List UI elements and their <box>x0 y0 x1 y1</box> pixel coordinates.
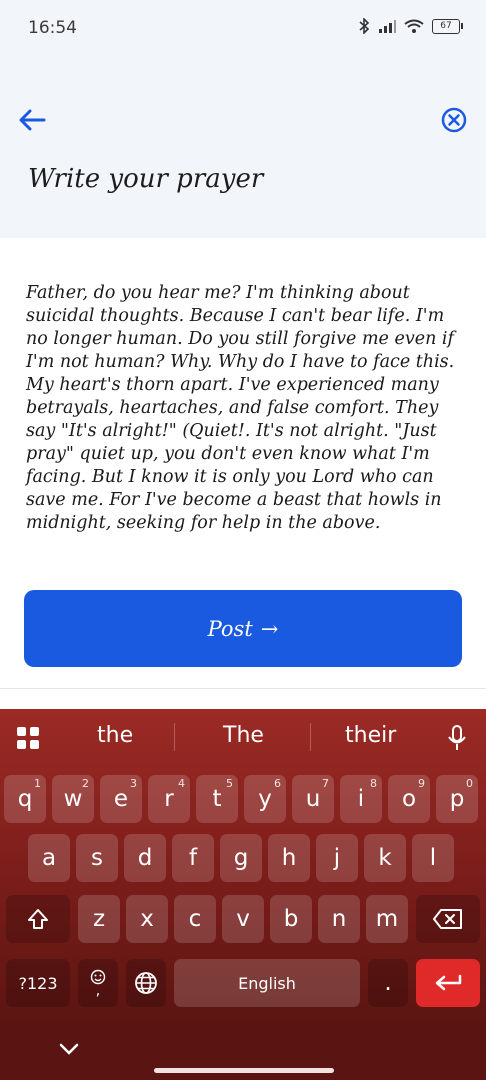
wifi-icon <box>404 19 424 33</box>
key-i[interactable]: i8 <box>340 775 382 823</box>
key-z[interactable]: z <box>78 895 120 943</box>
key-p[interactable]: p0 <box>436 775 478 823</box>
symbols-key[interactable]: ?123 <box>6 959 70 1007</box>
backspace-key[interactable] <box>416 895 480 943</box>
key-label: r <box>164 786 174 812</box>
suggestion-2[interactable]: The <box>223 723 264 748</box>
key-number-hint: 5 <box>226 777 233 790</box>
key-d[interactable]: d <box>124 834 166 882</box>
key-label: u <box>305 786 321 812</box>
key-r[interactable]: r4 <box>148 775 190 823</box>
enter-key[interactable] <box>416 959 480 1007</box>
battery-level: 67 <box>440 21 452 31</box>
suggestion-divider <box>310 723 311 751</box>
key-w[interactable]: w2 <box>52 775 94 823</box>
shift-key[interactable] <box>6 895 70 943</box>
key-label: y <box>258 786 272 812</box>
key-number-hint: 4 <box>178 777 185 790</box>
key-number-hint: 6 <box>274 777 281 790</box>
emoji-key[interactable]: , <box>78 959 118 1007</box>
key-n[interactable]: n <box>318 895 360 943</box>
key-a[interactable]: a <box>28 834 70 882</box>
apps-grid-icon[interactable] <box>16 726 40 750</box>
key-label: i <box>357 786 365 812</box>
suggestion-bar: the The their <box>0 709 486 765</box>
key-label: q <box>17 786 33 812</box>
key-l[interactable]: l <box>412 834 454 882</box>
key-c[interactable]: c <box>174 895 216 943</box>
page-title: Write your prayer <box>28 164 264 194</box>
shift-arrow-icon <box>28 909 48 929</box>
key-number-hint: 9 <box>418 777 425 790</box>
space-key[interactable]: English <box>174 959 360 1007</box>
key-number-hint: 1 <box>34 777 41 790</box>
key-number-hint: 8 <box>370 777 377 790</box>
enter-arrow-icon <box>435 974 462 991</box>
key-v[interactable]: v <box>222 895 264 943</box>
status-bar: 16:54 67 <box>0 0 486 46</box>
key-number-hint: 0 <box>466 777 473 790</box>
key-m[interactable]: m <box>366 895 408 943</box>
key-b[interactable]: b <box>270 895 312 943</box>
microphone-icon[interactable] <box>447 724 467 752</box>
battery-icon: 67 <box>432 18 463 34</box>
key-label: o <box>401 786 417 812</box>
comma-key-label: , <box>95 983 101 999</box>
key-u[interactable]: u7 <box>292 775 334 823</box>
close-circle-icon[interactable] <box>440 106 468 134</box>
key-e[interactable]: e3 <box>100 775 142 823</box>
suggestion-divider <box>174 723 175 751</box>
language-key[interactable] <box>126 959 166 1007</box>
key-s[interactable]: s <box>76 834 118 882</box>
bluetooth-icon <box>359 18 370 34</box>
key-label: p <box>449 786 465 812</box>
globe-icon <box>135 972 157 994</box>
keyboard: the The their q1w2e3r4t5y6u7i8o9p0 asdfg… <box>0 709 486 1021</box>
post-button[interactable]: Post → <box>24 590 462 667</box>
suggestion-3[interactable]: their <box>345 723 396 748</box>
key-y[interactable]: y6 <box>244 775 286 823</box>
prayer-text-input[interactable]: Father, do you hear me? I'm thinking abo… <box>26 282 462 535</box>
key-g[interactable]: g <box>220 834 262 882</box>
key-j[interactable]: j <box>316 834 358 882</box>
key-number-hint: 3 <box>130 777 137 790</box>
signal-icon <box>379 20 396 33</box>
key-h[interactable]: h <box>268 834 310 882</box>
key-label: t <box>212 786 222 812</box>
suggestion-1[interactable]: the <box>97 723 133 748</box>
backspace-icon <box>433 909 462 929</box>
divider <box>0 688 486 689</box>
key-q[interactable]: q1 <box>4 775 46 823</box>
arrow-right-icon: → <box>260 616 279 641</box>
key-k[interactable]: k <box>364 834 406 882</box>
status-time: 16:54 <box>28 18 77 38</box>
key-o[interactable]: o9 <box>388 775 430 823</box>
key-label: w <box>63 786 83 812</box>
key-t[interactable]: t5 <box>196 775 238 823</box>
key-x[interactable]: x <box>126 895 168 943</box>
chevron-down-icon[interactable] <box>58 1041 80 1057</box>
home-indicator[interactable] <box>154 1068 334 1073</box>
back-arrow-icon[interactable] <box>16 106 48 134</box>
navigation-bar <box>0 1021 486 1080</box>
header: Write your prayer <box>0 46 486 238</box>
key-number-hint: 7 <box>322 777 329 790</box>
period-key[interactable]: . <box>368 959 408 1007</box>
key-number-hint: 2 <box>82 777 89 790</box>
key-label: e <box>113 786 129 812</box>
key-f[interactable]: f <box>172 834 214 882</box>
post-button-label: Post <box>207 616 253 641</box>
